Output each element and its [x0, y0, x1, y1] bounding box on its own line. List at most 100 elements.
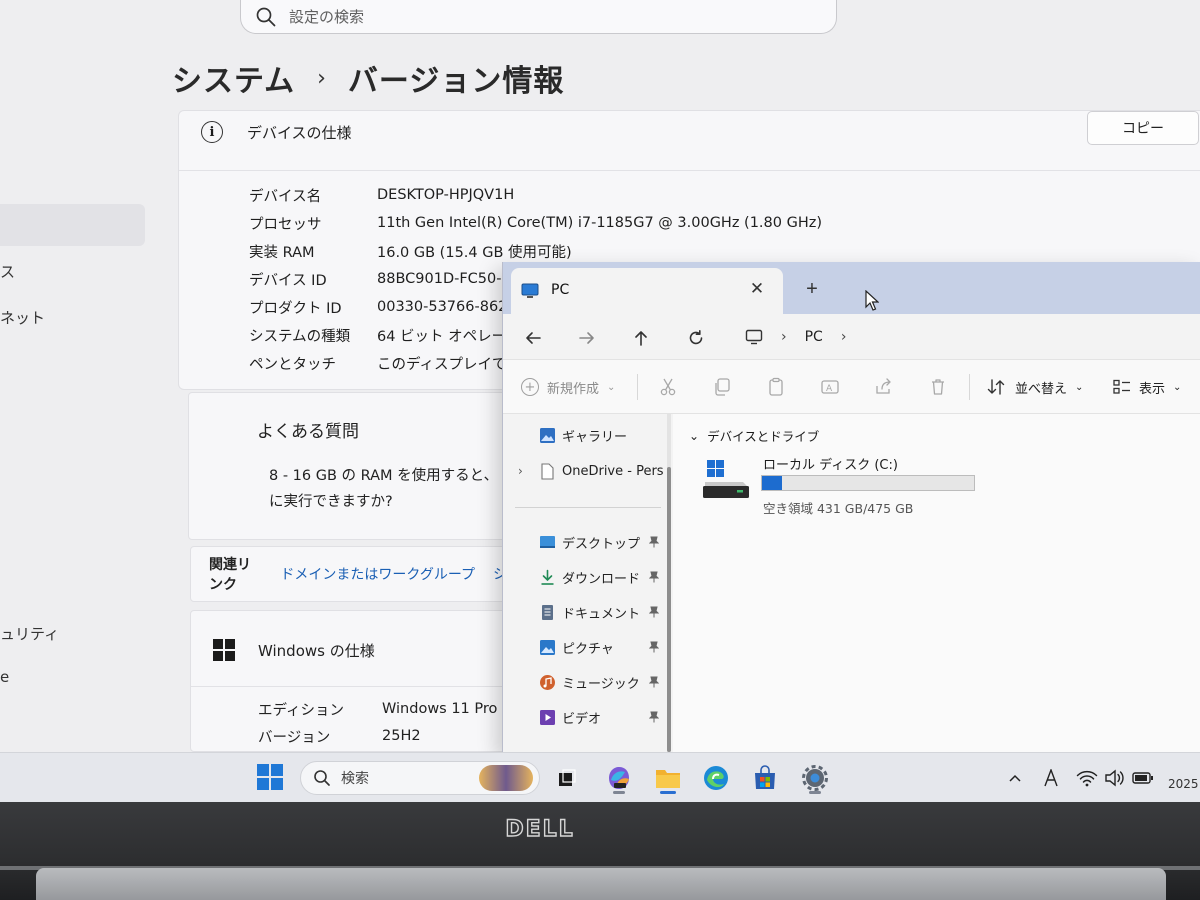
- toolbar-divider: [969, 374, 970, 400]
- up-button[interactable]: [625, 322, 657, 354]
- spec-value: 11th Gen Intel(R) Core(TM) i7-1185G7 @ 3…: [377, 215, 823, 231]
- drive-usage-bar: [761, 475, 975, 491]
- address-bar[interactable]: › PC ›: [735, 319, 1200, 355]
- nav-item-selected[interactable]: [0, 204, 145, 246]
- forward-button[interactable]: [571, 322, 603, 354]
- explorer-tab-pc[interactable]: PC ✕: [511, 268, 783, 314]
- address-chevron[interactable]: ›: [841, 329, 847, 345]
- explorer-tab-bar: PC ✕ +: [503, 262, 1200, 314]
- sidebar-item-music[interactable]: ミュージック: [539, 669, 663, 695]
- taskbar-search[interactable]: 検索: [300, 761, 540, 795]
- sidebar-scrollbar-thumb[interactable]: [667, 467, 671, 752]
- pin-icon[interactable]: [649, 536, 659, 548]
- volume-button[interactable]: [1102, 765, 1128, 791]
- sidebar-item-downloads[interactable]: ダウンロード: [539, 564, 663, 590]
- pin-icon[interactable]: [649, 641, 659, 653]
- new-button[interactable]: + 新規作成 ⌄: [521, 372, 615, 402]
- search-icon: [314, 770, 330, 786]
- explorer-nav-bar: › PC ›: [503, 314, 1200, 360]
- ime-indicator[interactable]: [1038, 765, 1064, 791]
- sidebar-item-documents[interactable]: ドキュメント: [539, 599, 663, 625]
- nav-item-fragment[interactable]: ス: [0, 261, 15, 282]
- pin-icon[interactable]: [649, 711, 659, 723]
- m365-copilot-button[interactable]: [602, 761, 636, 795]
- pin-icon[interactable]: [649, 606, 659, 618]
- nav-item-fragment[interactable]: ュリティ: [0, 623, 59, 644]
- sidebar-divider: [515, 507, 661, 508]
- sidebar-item-videos[interactable]: ビデオ: [539, 704, 663, 730]
- tray-overflow-button[interactable]: [1002, 765, 1028, 791]
- breadcrumb-parent[interactable]: システム: [172, 56, 295, 100]
- arrow-up-icon: [635, 331, 647, 346]
- faq-question[interactable]: 8 - 16 GB の RAM を使用すると、 に実行できますか?: [269, 463, 509, 515]
- drive-item-c[interactable]: ローカル ディスク (C:) 空き領域 431 GB/475 GB: [701, 454, 1001, 516]
- videos-folder-icon: [540, 709, 555, 725]
- new-tab-button[interactable]: +: [799, 276, 825, 302]
- file-explorer-taskbar-button[interactable]: [651, 761, 685, 795]
- delete-button[interactable]: [925, 374, 951, 400]
- nav-item-fragment[interactable]: ネット: [0, 307, 45, 328]
- copy-button[interactable]: コピー: [1087, 111, 1199, 145]
- pin-icon[interactable]: [649, 571, 659, 583]
- chevron-right-icon[interactable]: ›: [518, 464, 523, 478]
- document-icon: [541, 462, 554, 480]
- search-highlight-image: [479, 765, 533, 791]
- domain-workgroup-link[interactable]: ドメインまたはワークグループ: [280, 564, 475, 584]
- back-button[interactable]: [517, 322, 549, 354]
- file-explorer-window: PC ✕ + › PC › + 新規作成 ⌄ A 並べ替え ⌄ 表示 ⌄ ギャラ…: [502, 262, 1200, 752]
- refresh-button[interactable]: [680, 322, 712, 354]
- faq-card: よくある質問 8 - 16 GB の RAM を使用すると、 に実行できますか?: [188, 392, 508, 540]
- spec-row: ペンとタッチ このディスプレイでは、: [249, 351, 535, 375]
- pictures-folder-icon: [540, 639, 555, 655]
- sidebar-item-onedrive[interactable]: OneDrive - Perso: [539, 458, 663, 484]
- spec-value: 00330-53766-862: [377, 299, 508, 315]
- rename-icon: A: [821, 380, 839, 394]
- laptop-hinge: [36, 868, 1166, 900]
- spec-key: プロセッサ: [249, 216, 322, 233]
- address-separator[interactable]: ›: [781, 329, 787, 345]
- faq-question-line: 8 - 16 GB の RAM を使用すると、: [269, 468, 499, 484]
- explorer-content-pane: ⌄ デバイスとドライブ ローカル ディスク (C:) 空き領域 431 GB/4…: [673, 414, 1200, 752]
- cut-button[interactable]: [655, 374, 681, 400]
- related-links-label: 関連リンク: [209, 557, 251, 593]
- spec-value: 16.0 GB (15.4 GB 使用可能): [377, 244, 572, 261]
- clipboard-icon: [769, 377, 783, 396]
- group-header-devices-drives[interactable]: ⌄ デバイスとドライブ: [689, 426, 819, 445]
- nav-item-fragment[interactable]: e: [0, 668, 9, 686]
- copy-icon-button[interactable]: [709, 374, 735, 400]
- device-specs-header[interactable]: i デバイスの仕様 コピー: [179, 111, 1200, 171]
- spec-key: バージョン: [258, 729, 331, 746]
- edge-button[interactable]: [699, 761, 733, 795]
- sidebar-item-gallery[interactable]: ギャラリー: [539, 422, 663, 448]
- sidebar-label: ドキュメント: [562, 606, 641, 622]
- device-specs-title: デバイスの仕様: [247, 124, 352, 142]
- paste-button[interactable]: [763, 374, 789, 400]
- settings-search-box[interactable]: [240, 0, 837, 34]
- windows-specs-title: Windows の仕様: [258, 642, 375, 660]
- clock-date[interactable]: 2025: [1168, 777, 1199, 791]
- spec-key: 実装 RAM: [249, 244, 315, 261]
- battery-button[interactable]: [1130, 765, 1156, 791]
- address-segment-pc[interactable]: PC: [805, 329, 823, 345]
- pin-icon[interactable]: [649, 676, 659, 688]
- rename-button[interactable]: A: [817, 374, 843, 400]
- settings-search-input[interactable]: [289, 7, 769, 26]
- sidebar-label: OneDrive - Perso: [562, 463, 663, 479]
- task-view-button[interactable]: [550, 761, 584, 795]
- task-view-icon: [559, 769, 576, 786]
- sidebar-item-desktop[interactable]: デスクトップ: [539, 529, 663, 555]
- windows-specs-header[interactable]: Windows の仕様: [191, 611, 507, 687]
- spec-row: デバイス ID 88BC901D-FC50-4: [249, 267, 511, 291]
- microsoft-store-button[interactable]: [748, 761, 782, 795]
- sort-button[interactable]: 並べ替え ⌄: [987, 374, 1083, 400]
- gallery-icon: [540, 427, 555, 443]
- close-tab-button[interactable]: ✕: [745, 277, 769, 301]
- start-button[interactable]: [255, 763, 285, 793]
- settings-taskbar-button[interactable]: [798, 761, 832, 795]
- folder-icon: [656, 770, 680, 788]
- wifi-button[interactable]: [1074, 765, 1100, 791]
- sidebar-item-pictures[interactable]: ピクチャ: [539, 634, 663, 660]
- chevron-down-icon: ⌄: [607, 381, 616, 393]
- view-button[interactable]: 表示 ⌄: [1113, 374, 1181, 400]
- share-button[interactable]: [871, 374, 897, 400]
